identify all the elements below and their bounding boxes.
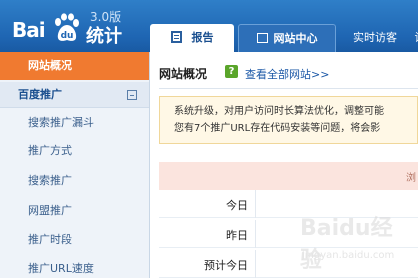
top-bar: Bai du 3.0版 统计 报告 网站中心 实时访客 设 — [0, 0, 418, 52]
tab-site-center-label: 网站中心 — [273, 32, 318, 45]
baidu-jingyan-watermark: Baidu经验 jingyan.baidu.com — [270, 198, 410, 276]
watermark-text: Baidu经验 — [300, 216, 393, 273]
view-all-sites-link[interactable]: 查看全部网站>> — [245, 66, 329, 82]
site-center-icon — [256, 33, 268, 43]
sidebar: 网站概况 百度推广 搜索推广漏斗 推广方式 搜索推广 网盟推广 推广时段 推广U… — [0, 52, 150, 278]
logo-text-tongji: 统计 — [86, 26, 122, 47]
tab-realtime-label: 实时访客 — [353, 31, 397, 44]
row-label-forecast-today: 预计今日 — [204, 259, 248, 272]
watermark-url: jingyan.baidu.com — [302, 250, 395, 261]
logo-text-bai: Bai — [12, 18, 46, 42]
tab-report-label: 报告 — [191, 31, 214, 44]
report-icon — [170, 31, 182, 43]
page-title: 网站概况 — [159, 67, 208, 81]
help-icon[interactable]: ? — [225, 65, 238, 78]
sidebar-group-label: 百度推广 — [18, 88, 62, 101]
tab-settings[interactable]: 设 — [410, 24, 418, 52]
tab-site-center[interactable]: 网站中心 — [238, 24, 336, 52]
sidebar-item-promotion-time[interactable]: 推广时段 — [0, 227, 149, 253]
divider — [159, 88, 418, 89]
column-divider — [255, 250, 256, 278]
sidebar-item-promotion-method[interactable]: 推广方式 — [0, 138, 149, 164]
table-header: 浏 — [159, 162, 418, 190]
sidebar-item-search-promotion[interactable]: 搜索推广 — [0, 168, 149, 194]
notice-line-1: 系统升级，对用户访问时长算法优化，调整可能 — [174, 106, 384, 117]
svg-text:du: du — [61, 31, 74, 41]
sidebar-item-overview[interactable]: 网站概况 — [0, 52, 149, 80]
system-notice: 系统升级，对用户访问时长算法优化，调整可能 您有7个推广URL存在代码安装等问题… — [159, 96, 418, 144]
tab-settings-label: 设 — [415, 31, 418, 44]
row-label-yesterday: 昨日 — [226, 229, 248, 242]
notice-line-2: 您有7个推广URL存在代码安装等问题，将会影 — [174, 123, 381, 134]
baidu-paw-icon: du — [55, 13, 79, 41]
table-header-text: 浏 — [406, 173, 416, 184]
baidu-tongji-logo[interactable]: Bai du 3.0版 统计 — [6, 6, 146, 48]
column-divider — [255, 220, 256, 248]
sidebar-item-url-speed[interactable]: 推广URL速度 — [0, 256, 149, 278]
sidebar-item-search-funnel[interactable]: 搜索推广漏斗 — [0, 110, 149, 136]
tab-report[interactable]: 报告 — [150, 24, 234, 52]
collapse-icon[interactable] — [127, 90, 137, 100]
sidebar-group-baidu-promotion[interactable]: 百度推广 — [0, 82, 149, 108]
sidebar-item-union-promotion[interactable]: 网盟推广 — [0, 198, 149, 224]
row-label-today: 今日 — [226, 199, 248, 212]
column-divider — [255, 190, 256, 218]
tab-realtime-visitors[interactable]: 实时访客 — [342, 24, 408, 52]
